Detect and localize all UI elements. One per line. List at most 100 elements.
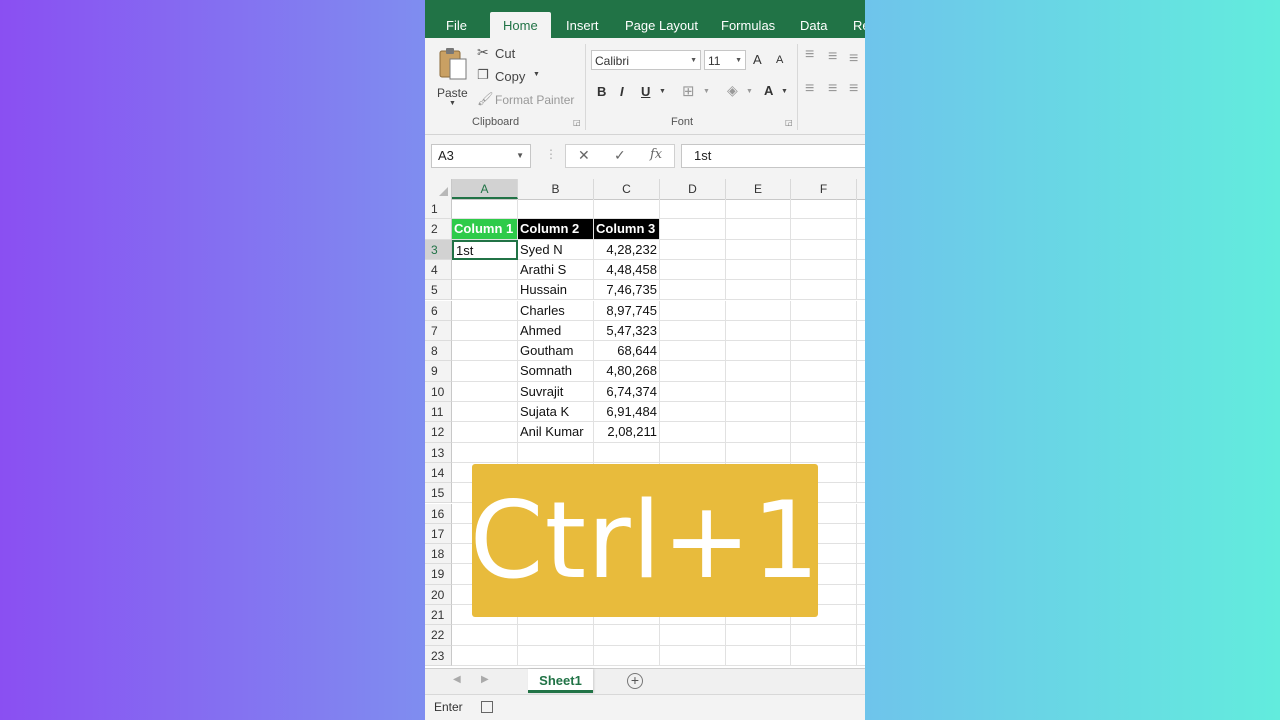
grid-cell[interactable]: [452, 280, 518, 301]
row-header[interactable]: 1: [425, 199, 452, 220]
align-right-icon[interactable]: ≡: [849, 80, 858, 98]
grid-cell[interactable]: [726, 645, 791, 666]
grid-cell[interactable]: 2,08,211: [594, 422, 660, 443]
grid-cell[interactable]: [518, 199, 594, 220]
align-center-icon[interactable]: ≡: [828, 80, 837, 98]
column-header-d[interactable]: D: [660, 179, 726, 199]
grid-cell[interactable]: Sujata K: [518, 402, 594, 423]
row-header[interactable]: 16: [425, 503, 452, 524]
grid-cell[interactable]: [726, 341, 791, 362]
dialog-launcher-icon[interactable]: ◲: [785, 118, 793, 127]
chevron-down-icon[interactable]: ▼: [781, 88, 788, 95]
row-header[interactable]: 23: [425, 645, 452, 666]
grid-cell[interactable]: [857, 280, 865, 301]
grid-cell[interactable]: 4,48,458: [594, 259, 660, 281]
grid-cell[interactable]: Ahmed: [518, 320, 594, 342]
grid-cell[interactable]: [857, 219, 865, 240]
grid-cell[interactable]: [660, 300, 726, 321]
table-header-cell[interactable]: Column 1: [452, 219, 518, 240]
align-left-icon[interactable]: ≡: [805, 80, 814, 98]
grid-cell[interactable]: [594, 199, 660, 220]
grid-cell[interactable]: [857, 544, 865, 565]
tab-home[interactable]: Home: [490, 12, 551, 38]
grid-cell[interactable]: [594, 442, 660, 463]
grid-cell[interactable]: Hussain: [518, 280, 594, 301]
grid-cell[interactable]: [857, 646, 865, 666]
grid-cell[interactable]: [857, 443, 865, 463]
row-header[interactable]: 19: [425, 564, 452, 585]
grid-cell[interactable]: [518, 645, 594, 666]
grid-cell[interactable]: Arathi S: [518, 259, 594, 281]
grid-cell[interactable]: [857, 260, 865, 281]
borders-icon[interactable]: ⊞: [682, 82, 695, 100]
grid-cell[interactable]: [857, 382, 865, 402]
paste-button[interactable]: Paste ▼: [433, 44, 473, 112]
tab-file[interactable]: File: [446, 14, 467, 38]
grid-cell[interactable]: [857, 321, 865, 342]
grow-font-button[interactable]: A: [753, 52, 762, 67]
grid-cell[interactable]: Goutham: [518, 341, 594, 362]
shrink-font-button[interactable]: A: [776, 54, 783, 66]
row-header[interactable]: 12: [425, 422, 452, 443]
tab-insert[interactable]: Insert: [566, 14, 599, 38]
copy-button[interactable]: ❐ Copy ▼: [477, 67, 547, 85]
fill-color-icon[interactable]: ◈: [727, 82, 738, 99]
column-header-g[interactable]: [857, 179, 865, 199]
row-header[interactable]: 11: [425, 402, 452, 423]
grid-cell[interactable]: [452, 341, 518, 362]
grid-cell[interactable]: [791, 280, 857, 301]
align-top-icon[interactable]: ≡: [805, 46, 814, 64]
table-header-cell[interactable]: Column 3: [594, 219, 660, 240]
row-header[interactable]: 8: [425, 341, 452, 362]
grid-cell[interactable]: [857, 504, 865, 524]
grid-cell[interactable]: 8,97,745: [594, 300, 660, 321]
grid-cell[interactable]: 6,91,484: [594, 402, 660, 423]
grid-cell[interactable]: [452, 422, 518, 443]
grid-cell[interactable]: [660, 442, 726, 463]
align-bottom-icon[interactable]: ≡: [849, 50, 858, 68]
grid-cell[interactable]: [726, 361, 791, 382]
chevron-down-icon[interactable]: ▼: [659, 88, 666, 95]
grid-cell[interactable]: [726, 381, 791, 402]
tab-formulas[interactable]: Formulas: [721, 14, 775, 38]
grid-cell[interactable]: 6,74,374: [594, 381, 660, 402]
x-icon[interactable]: ✕: [578, 147, 590, 164]
grid-cell[interactable]: [857, 524, 865, 545]
scroll-left-icon[interactable]: ◀: [453, 674, 461, 685]
grid-cell[interactable]: [660, 422, 726, 443]
grid-cell[interactable]: [857, 240, 865, 260]
grid-cell[interactable]: [660, 381, 726, 402]
grid-cell[interactable]: [660, 645, 726, 666]
grid-cell[interactable]: [452, 199, 518, 220]
column-header-e[interactable]: E: [726, 179, 791, 199]
row-header[interactable]: 3: [425, 239, 452, 260]
grid-cell[interactable]: [791, 320, 857, 342]
column-header-f[interactable]: F: [791, 179, 857, 199]
sheet-tab-sheet1[interactable]: Sheet1: [528, 669, 593, 693]
row-header[interactable]: 7: [425, 320, 452, 342]
row-header[interactable]: 2: [425, 219, 452, 240]
grid-cell[interactable]: [726, 422, 791, 443]
grid-cell[interactable]: [791, 300, 857, 321]
grid-cell[interactable]: [857, 585, 865, 605]
table-header-cell[interactable]: Column 2: [518, 219, 594, 240]
row-header[interactable]: 10: [425, 381, 452, 402]
grid-cell[interactable]: [857, 564, 865, 585]
grid-cell[interactable]: [660, 625, 726, 646]
grid-cell[interactable]: Suvrajit: [518, 381, 594, 402]
grid-cell[interactable]: [726, 239, 791, 260]
column-header-a[interactable]: A: [452, 179, 518, 199]
grid-cell[interactable]: [791, 402, 857, 423]
grid-cell[interactable]: 7,46,735: [594, 280, 660, 301]
grid-cell[interactable]: [791, 625, 857, 646]
grid-cell[interactable]: [791, 259, 857, 281]
grid-cell[interactable]: [452, 442, 518, 463]
grid-cell[interactable]: [857, 361, 865, 382]
grid-cell[interactable]: [452, 320, 518, 342]
grid-cell[interactable]: [791, 442, 857, 463]
grid-cell[interactable]: [452, 645, 518, 666]
grid-cell[interactable]: [791, 199, 857, 220]
grid-cell[interactable]: [791, 341, 857, 362]
grid-cell[interactable]: [857, 463, 865, 484]
dialog-launcher-icon[interactable]: ◲: [573, 118, 581, 127]
